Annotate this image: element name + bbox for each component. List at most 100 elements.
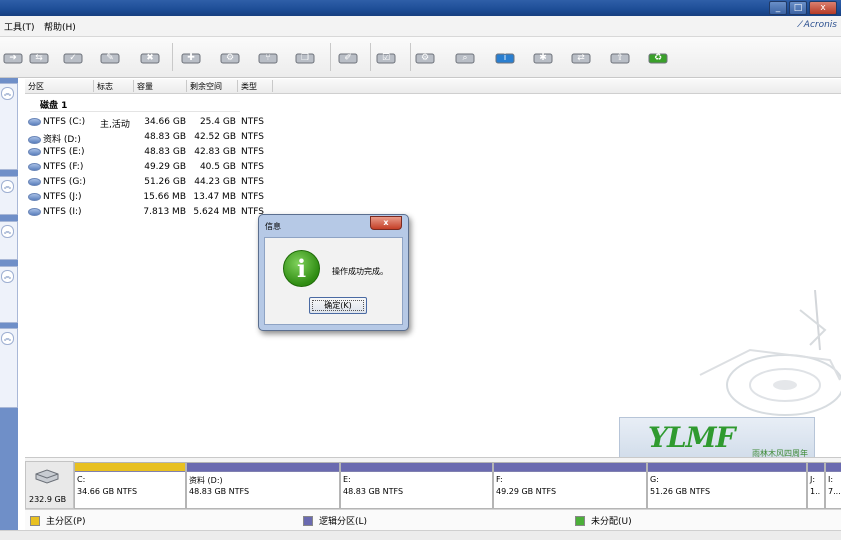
arrow-icon[interactable]: ➜ <box>0 43 26 69</box>
table-row[interactable]: NTFS (G:) 51.26 GB 44.23 GB NTFS <box>28 176 278 191</box>
disk-edit-icon[interactable]: ✎ <box>97 43 123 69</box>
partition-block-size: 49.29 GB NTFS <box>496 487 557 496</box>
partition-capacity: 34.66 GB <box>144 117 186 127</box>
partition-type: NTFS <box>241 192 264 202</box>
svg-text:⚙: ⚙ <box>421 53 429 63</box>
disk-delete-icon[interactable]: ✖ <box>137 43 163 69</box>
sidebar-panel: ︽ <box>0 176 18 215</box>
partition-block[interactable]: G: 51.26 GB NTFS <box>647 462 807 509</box>
check-disk-icon[interactable]: ✓ <box>60 43 86 69</box>
ok-button[interactable]: 确定(K) <box>309 297 367 314</box>
table-row[interactable]: NTFS (I:) 7.813 MB 5.624 MB NTFS <box>28 206 278 221</box>
partition-name: NTFS (G:) <box>28 177 86 187</box>
dialog-close-button[interactable]: x <box>370 216 402 230</box>
legend-unallocated: 未分配(U) <box>575 514 632 527</box>
legend-primary-label: 主分区(P) <box>46 517 86 527</box>
hard-disk-icon <box>35 469 59 484</box>
disk-info[interactable]: 232.9 GB <box>25 461 74 509</box>
disk-size: 232.9 GB <box>29 495 67 504</box>
table-row[interactable]: NTFS (F:) 49.29 GB 40.5 GB NTFS <box>28 161 278 176</box>
col-partition[interactable]: 分区 <box>28 81 44 92</box>
partition-name: NTFS (E:) <box>28 147 85 157</box>
col-type[interactable]: 类型 <box>241 81 257 92</box>
svg-text:➜: ➜ <box>9 53 17 63</box>
disk-sync-icon[interactable]: ⇄ <box>568 43 594 69</box>
close-button[interactable]: x <box>809 1 837 15</box>
partition-block-size: 1.. <box>810 487 821 496</box>
partition-capacity: 49.29 GB <box>144 162 186 172</box>
partition-name: NTFS (C:) <box>28 117 85 127</box>
sidebar-panel: ︽ <box>0 328 18 408</box>
minimize-button[interactable]: _ <box>769 1 787 15</box>
partition-block-label: 资料 (D:) <box>189 476 223 485</box>
table-row[interactable]: NTFS (C:) 主,活动 34.66 GB 25.4 GB NTFS <box>28 116 278 131</box>
col-flag[interactable]: 标志 <box>97 81 113 92</box>
svg-text:✱: ✱ <box>539 53 547 63</box>
col-capacity[interactable]: 容量 <box>137 81 153 92</box>
disk-star-icon[interactable]: ✱ <box>530 43 556 69</box>
partition-block-size: 7... <box>828 487 841 496</box>
partition-block-label: F: <box>496 475 503 484</box>
recycle-icon[interactable]: ♻ <box>645 43 671 69</box>
unallocated-swatch <box>575 515 585 526</box>
disk-split-icon[interactable]: ⑂ <box>255 43 281 69</box>
partition-free: 25.4 GB <box>199 117 236 127</box>
collapse-icon[interactable]: ︽ <box>1 225 14 238</box>
collapse-icon[interactable]: ︽ <box>1 180 14 193</box>
partition-block-size: 34.66 GB NTFS <box>77 487 138 496</box>
partition-icon <box>28 177 41 186</box>
partition-block[interactable]: F: 49.29 GB NTFS <box>493 462 647 509</box>
partition-capacity: 15.66 MB <box>143 192 186 202</box>
partition-type: NTFS <box>241 132 264 142</box>
partition-block[interactable]: J: 1.. <box>807 462 825 509</box>
col-free-space[interactable]: 剩余空间 <box>190 81 222 92</box>
partition-free: 44.23 GB <box>194 177 236 187</box>
table-row[interactable]: NTFS (J:) 15.66 MB 13.47 MB NTFS <box>28 191 278 206</box>
partition-bar <box>648 463 806 472</box>
partition-block[interactable]: I: 7... <box>825 462 841 509</box>
svg-text:✖: ✖ <box>146 53 154 63</box>
collapse-icon[interactable]: ︽ <box>1 87 14 100</box>
partition-icon <box>28 162 41 171</box>
partition-icon <box>28 207 41 216</box>
primary-swatch <box>30 515 40 526</box>
title-bar: _ □ x <box>0 0 841 16</box>
disk-tool-icon[interactable]: ⚙ <box>217 43 243 69</box>
svg-text:⑂: ⑂ <box>265 53 270 63</box>
dialog-body: i 操作成功完成。 确定(K) <box>264 237 403 325</box>
info-icon: i <box>283 250 320 287</box>
gear-icon[interactable]: ⚙ <box>412 43 438 69</box>
partition-block[interactable]: 资料 (D:) 48.83 GB NTFS <box>186 462 340 509</box>
disk-export-icon[interactable]: ⇪ <box>607 43 633 69</box>
brand-name: Acronis <box>803 20 837 30</box>
collapse-icon[interactable]: ︽ <box>1 270 14 283</box>
partition-block-size: 48.83 GB NTFS <box>343 487 404 496</box>
menu-tools[interactable]: 工具(T) <box>4 20 35 33</box>
svg-text:⇄: ⇄ <box>577 53 585 63</box>
info-icon[interactable]: i <box>492 43 518 69</box>
table-row[interactable]: 资料 (D:) 48.83 GB 42.52 GB NTFS <box>28 131 278 146</box>
partition-bar <box>75 463 185 472</box>
checkbox-icon[interactable]: ☑ <box>373 43 399 69</box>
maximize-button[interactable]: □ <box>789 1 807 15</box>
collapse-icon[interactable]: ︽ <box>1 332 14 345</box>
svg-text:♻: ♻ <box>654 53 662 63</box>
disk-add-icon[interactable]: ✚ <box>178 43 204 69</box>
partition-block[interactable]: E: 48.83 GB NTFS <box>340 462 493 509</box>
partition-type: NTFS <box>241 117 264 127</box>
table-row[interactable]: NTFS (E:) 48.83 GB 42.83 GB NTFS <box>28 146 278 161</box>
partition-table-header: 分区 标志 容量 剩余空间 类型 <box>25 79 841 94</box>
partition-capacity: 51.26 GB <box>144 177 186 187</box>
swap-icon[interactable]: ⇆ <box>26 43 52 69</box>
sidebar-panel: ︽ <box>0 221 18 260</box>
svg-text:✚: ✚ <box>187 53 195 63</box>
brush-icon[interactable]: ✐ <box>335 43 361 69</box>
sidebar-panel: ︽ <box>0 83 18 170</box>
legend-logical-label: 逻辑分区(L) <box>319 517 368 527</box>
search-icon[interactable]: ⌕ <box>452 43 478 69</box>
sidebar-panel: ︽ <box>0 266 18 323</box>
partition-block[interactable]: C: 34.66 GB NTFS <box>74 462 186 509</box>
partition-capacity: 7.813 MB <box>143 207 186 217</box>
disk-copy-icon[interactable]: ❐ <box>292 43 318 69</box>
menu-help[interactable]: 帮助(H) <box>44 20 76 33</box>
